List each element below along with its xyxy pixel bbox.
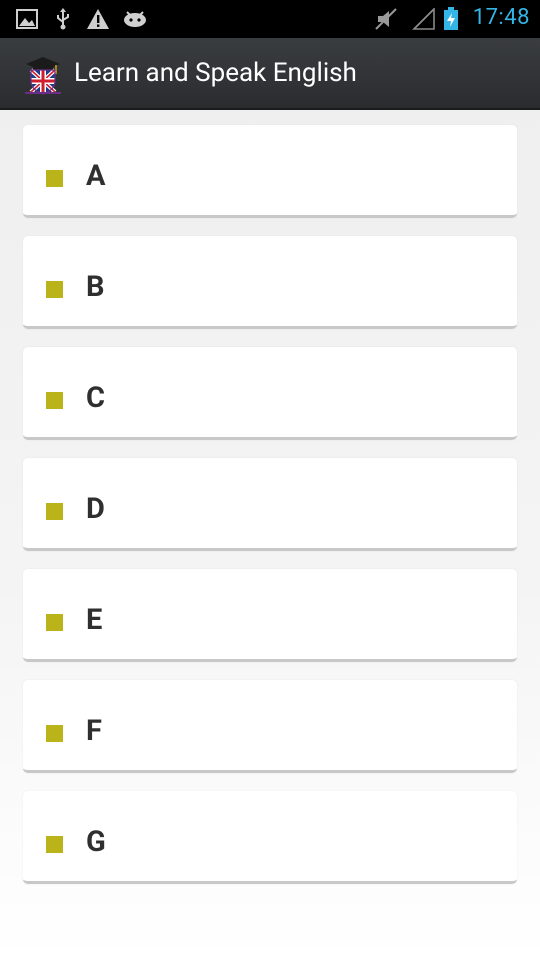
bullet-square-icon [46,170,63,187]
list-item[interactable]: E [23,569,517,662]
bullet-square-icon [46,281,63,298]
usb-icon [54,7,72,31]
bullet-square-icon [46,614,63,631]
list-item-label: F [86,714,102,748]
list-item-label: C [86,381,105,415]
list-item-label: A [86,159,106,193]
letter-list: A B C D E F G [23,125,517,902]
list-item[interactable]: C [23,347,517,440]
bullet-square-icon [46,725,63,742]
list-item[interactable]: F [23,680,517,773]
picture-icon [16,7,38,31]
list-item[interactable]: G [23,791,517,884]
bullet-square-icon [46,392,63,409]
mute-icon [374,7,398,31]
list-item[interactable]: D [23,458,517,551]
battery-charging-icon [442,7,460,31]
bullet-square-icon [46,503,63,520]
list-item-label: E [86,603,103,637]
list-item-label: B [86,270,105,304]
app-title: Learn and Speak English [74,58,357,88]
signal-icon [412,7,436,31]
list-item[interactable]: B [23,236,517,329]
status-bar: 17:48 [0,0,540,38]
warning-icon [86,7,110,31]
list-item[interactable]: A [23,125,517,218]
list-item-label: D [86,492,105,526]
list-item-label: G [86,825,106,859]
clock-time: 17:48 [472,5,530,30]
android-debug-icon [122,7,148,31]
action-bar: Learn and Speak English [0,38,540,110]
graduation-cap-uk-flag-icon[interactable] [22,54,64,96]
bullet-square-icon [46,836,63,853]
